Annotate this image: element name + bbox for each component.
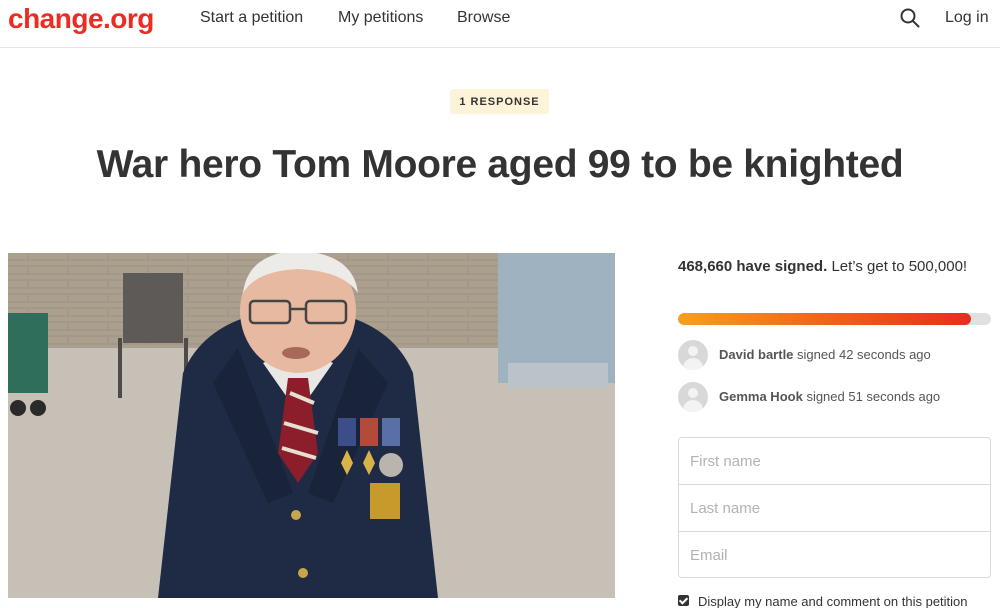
last-name-field[interactable] — [679, 485, 990, 532]
nav-start-petition[interactable]: Start a petition — [200, 9, 303, 27]
consent-label: Display my name and comment on this peti… — [698, 594, 968, 608]
login-link[interactable]: Log in — [945, 9, 989, 27]
signature-count: 468,660 have signed. Let’s get to 500,00… — [678, 254, 978, 279]
signature-progress-bar — [678, 313, 991, 325]
recent-signer: David bartle signed 42 seconds ago — [678, 340, 998, 370]
petition-title: War hero Tom Moore aged 99 to be knighte… — [96, 143, 904, 186]
signer-time: signed 51 seconds ago — [806, 389, 941, 404]
nav-browse[interactable]: Browse — [457, 9, 510, 27]
email-field[interactable] — [679, 532, 990, 577]
signer-time: signed 42 seconds ago — [797, 347, 931, 362]
signed-goal-text: Let’s get to 500,000! — [831, 258, 968, 275]
nav-my-petitions[interactable]: My petitions — [338, 9, 423, 27]
signer-name: Gemma Hook — [719, 389, 803, 404]
top-nav-bar: change.org Start a petition My petitions… — [0, 0, 1000, 48]
search-icon[interactable] — [899, 7, 921, 29]
avatar — [678, 340, 708, 370]
recent-signer: Gemma Hook signed 51 seconds ago — [678, 382, 998, 412]
sign-form — [678, 437, 991, 578]
signer-name: David bartle — [719, 347, 794, 362]
signed-count-text: 468,660 have signed. — [678, 258, 828, 275]
progress-fill — [678, 313, 972, 325]
response-badge[interactable]: 1 RESPONSE — [450, 89, 549, 114]
petition-photo — [8, 253, 615, 598]
change-org-logo[interactable]: change.org — [8, 3, 154, 35]
display-name-checkbox[interactable] — [678, 595, 689, 606]
avatar — [678, 382, 708, 412]
first-name-field[interactable] — [679, 438, 990, 485]
